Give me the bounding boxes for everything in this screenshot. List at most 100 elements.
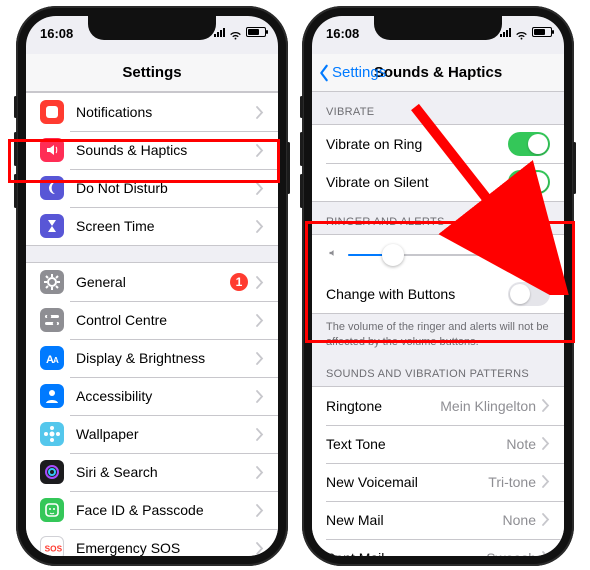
volume-high-icon bbox=[534, 245, 550, 266]
phone-left: 16:08 Settings Notifications Sounds & H bbox=[16, 6, 288, 566]
row-label: Display & Brightness bbox=[76, 350, 256, 366]
settings-row-siri[interactable]: Siri & Search bbox=[26, 453, 278, 491]
row-label: Text Tone bbox=[326, 436, 506, 452]
chevron-right-icon bbox=[256, 352, 264, 365]
row-detail: Note bbox=[506, 436, 536, 452]
status-time: 16:08 bbox=[40, 26, 73, 41]
chevron-right-icon bbox=[256, 542, 264, 555]
textsize-icon: AA bbox=[40, 346, 64, 370]
settings-row-general[interactable]: General 1 bbox=[26, 263, 278, 301]
page-title: Settings bbox=[122, 64, 181, 81]
row-label: Control Centre bbox=[76, 312, 256, 328]
navbar: Settings Sounds & Haptics bbox=[312, 54, 564, 92]
settings-row-control-centre[interactable]: Control Centre bbox=[26, 301, 278, 339]
flower-icon bbox=[40, 422, 64, 446]
chevron-right-icon bbox=[256, 276, 264, 289]
row-label: Sounds & Haptics bbox=[76, 142, 256, 158]
chevron-right-icon bbox=[256, 466, 264, 479]
settings-row-display[interactable]: AA Display & Brightness bbox=[26, 339, 278, 377]
chevron-right-icon bbox=[542, 437, 550, 450]
row-ringtone[interactable]: Ringtone Mein Klingelton bbox=[312, 387, 564, 425]
chevron-right-icon bbox=[256, 390, 264, 403]
switches-icon bbox=[40, 308, 64, 332]
row-sent-mail[interactable]: Sent Mail Swoosh bbox=[312, 539, 564, 556]
ringer-volume-slider[interactable] bbox=[312, 235, 564, 275]
settings-row-faceid[interactable]: Face ID & Passcode bbox=[26, 491, 278, 529]
wifi-icon bbox=[515, 27, 528, 37]
row-label: New Voicemail bbox=[326, 474, 488, 490]
row-label: Face ID & Passcode bbox=[76, 502, 256, 518]
section-header-ringer: RINGER AND ALERTS bbox=[312, 202, 564, 234]
face-icon bbox=[40, 498, 64, 522]
cellular-icon bbox=[214, 27, 225, 37]
wifi-icon bbox=[229, 27, 242, 37]
toggle-change-with-buttons[interactable] bbox=[508, 282, 550, 306]
settings-row-sounds-haptics[interactable]: Sounds & Haptics bbox=[26, 131, 278, 169]
status-time: 16:08 bbox=[326, 26, 359, 41]
chevron-right-icon bbox=[542, 513, 550, 526]
section-footer-ringer: The volume of the ringer and alerts will… bbox=[312, 314, 564, 354]
speaker-icon bbox=[40, 138, 64, 162]
row-label: Siri & Search bbox=[76, 464, 256, 480]
settings-row-sos[interactable]: SOS Emergency SOS bbox=[26, 529, 278, 556]
siri-icon bbox=[40, 460, 64, 484]
row-new-voicemail[interactable]: New Voicemail Tri-tone bbox=[312, 463, 564, 501]
row-label: Vibrate on Ring bbox=[326, 136, 508, 152]
chevron-right-icon bbox=[256, 428, 264, 441]
navbar: Settings bbox=[26, 54, 278, 92]
chevron-right-icon bbox=[256, 106, 264, 119]
volume-low-icon bbox=[326, 246, 340, 265]
row-vibrate-silent[interactable]: Vibrate on Silent bbox=[312, 163, 564, 201]
row-change-with-buttons[interactable]: Change with Buttons bbox=[312, 275, 564, 313]
row-label: Accessibility bbox=[76, 388, 256, 404]
sos-icon: SOS bbox=[40, 536, 64, 556]
row-label: Sent Mail bbox=[326, 550, 486, 556]
row-detail: Mein Klingelton bbox=[440, 398, 536, 414]
svg-text:SOS: SOS bbox=[45, 545, 63, 554]
row-label: Do Not Disturb bbox=[76, 180, 256, 196]
battery-icon bbox=[532, 27, 552, 37]
settings-row-wallpaper[interactable]: Wallpaper bbox=[26, 415, 278, 453]
row-label: Notifications bbox=[76, 104, 256, 120]
svg-text:A: A bbox=[53, 356, 59, 365]
back-button[interactable]: Settings bbox=[318, 54, 386, 91]
page-title: Sounds & Haptics bbox=[374, 64, 502, 81]
row-label: Ringtone bbox=[326, 398, 440, 414]
row-detail: Swoosh bbox=[486, 550, 536, 556]
row-label: Emergency SOS bbox=[76, 540, 256, 556]
row-label: New Mail bbox=[326, 512, 503, 528]
chevron-right-icon bbox=[256, 144, 264, 157]
row-new-mail[interactable]: New Mail None bbox=[312, 501, 564, 539]
settings-row-notifications[interactable]: Notifications bbox=[26, 93, 278, 131]
toggle-vibrate-ring[interactable] bbox=[508, 132, 550, 156]
chevron-right-icon bbox=[256, 182, 264, 195]
notif-icon bbox=[40, 100, 64, 124]
phone-right: 16:08 Settings Sounds & Haptics VIBRATE … bbox=[302, 6, 574, 566]
row-vibrate-ring[interactable]: Vibrate on Ring bbox=[312, 125, 564, 163]
row-label: Change with Buttons bbox=[326, 286, 508, 302]
row-detail: None bbox=[503, 512, 536, 528]
chevron-right-icon bbox=[542, 399, 550, 412]
row-label: Vibrate on Silent bbox=[326, 174, 508, 190]
person-icon bbox=[40, 384, 64, 408]
battery-icon bbox=[246, 27, 266, 37]
settings-row-screen-time[interactable]: Screen Time bbox=[26, 207, 278, 245]
row-text-tone[interactable]: Text Tone Note bbox=[312, 425, 564, 463]
settings-row-dnd[interactable]: Do Not Disturb bbox=[26, 169, 278, 207]
row-label: Wallpaper bbox=[76, 426, 256, 442]
settings-row-accessibility[interactable]: Accessibility bbox=[26, 377, 278, 415]
notch bbox=[374, 16, 502, 40]
row-label: Screen Time bbox=[76, 218, 256, 234]
notch bbox=[88, 16, 216, 40]
row-detail: Tri-tone bbox=[488, 474, 536, 490]
badge: 1 bbox=[230, 273, 248, 291]
chevron-right-icon bbox=[542, 475, 550, 488]
section-header-vibrate: VIBRATE bbox=[312, 92, 564, 124]
back-label: Settings bbox=[332, 64, 386, 81]
toggle-vibrate-silent[interactable] bbox=[508, 170, 550, 194]
cellular-icon bbox=[500, 27, 511, 37]
gear-icon bbox=[40, 270, 64, 294]
row-label: General bbox=[76, 274, 230, 290]
section-header-patterns: SOUNDS AND VIBRATION PATTERNS bbox=[312, 354, 564, 386]
chevron-right-icon bbox=[256, 504, 264, 517]
